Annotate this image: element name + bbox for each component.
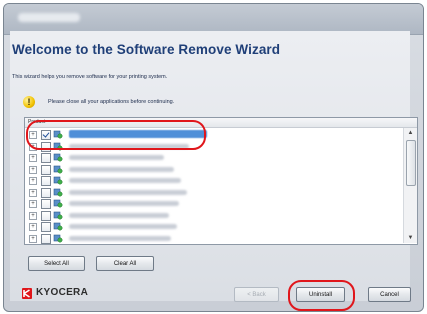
product-row[interactable]: + <box>25 164 403 175</box>
product-name <box>69 143 189 149</box>
product-checkbox[interactable] <box>41 176 51 186</box>
product-checkbox[interactable] <box>41 141 51 152</box>
product-column-header: Product <box>28 119 46 125</box>
product-list-header: Product <box>25 118 417 128</box>
scroll-thumb[interactable] <box>406 140 416 186</box>
warning-text: Please close all your applications befor… <box>48 99 175 105</box>
expand-icon[interactable]: + <box>29 188 37 197</box>
software-package-icon <box>53 222 63 231</box>
product-name <box>69 178 181 183</box>
product-row[interactable]: + <box>25 198 403 209</box>
clear-all-button[interactable]: Clear All <box>96 256 154 271</box>
uninstall-button[interactable]: Uninstall <box>296 287 345 302</box>
product-checkbox[interactable] <box>41 233 51 244</box>
product-checkbox[interactable] <box>41 187 51 198</box>
scroll-up-icon[interactable]: ▲ <box>404 128 417 138</box>
product-checkbox[interactable] <box>41 199 51 209</box>
wizard-title: Welcome to the Software Remove Wizard <box>12 42 281 57</box>
product-row[interactable]: + <box>25 129 403 140</box>
expand-icon[interactable]: + <box>29 200 37 208</box>
product-checkbox[interactable] <box>41 210 51 221</box>
product-list-scrollbar[interactable]: ▲ ▼ <box>403 128 417 243</box>
product-row[interactable]: + <box>25 175 403 186</box>
software-package-icon <box>53 176 63 185</box>
software-package-icon <box>53 199 63 208</box>
product-checkbox[interactable] <box>41 164 51 175</box>
product-checkbox[interactable] <box>41 130 51 140</box>
expand-icon[interactable]: + <box>29 131 37 139</box>
wizard-description: This wizard helps you remove software fo… <box>12 74 168 80</box>
warning-icon: ! <box>23 96 35 108</box>
product-name <box>69 130 207 138</box>
expand-icon[interactable]: + <box>29 223 37 231</box>
software-package-icon <box>53 130 63 139</box>
cancel-button[interactable]: Cancel <box>368 287 411 302</box>
expand-icon[interactable]: + <box>29 154 37 162</box>
expand-icon[interactable]: + <box>29 177 37 185</box>
select-all-button[interactable]: Select All <box>28 256 85 271</box>
software-package-icon <box>53 142 63 150</box>
product-name <box>69 224 177 229</box>
kyocera-mark-icon <box>22 288 32 299</box>
expand-icon[interactable]: + <box>29 165 37 174</box>
software-package-icon <box>53 211 63 219</box>
expand-icon[interactable]: + <box>29 211 37 220</box>
software-package-icon <box>53 165 63 173</box>
expand-icon[interactable]: + <box>29 142 37 151</box>
software-package-icon <box>53 234 63 242</box>
software-package-icon <box>53 188 63 196</box>
product-name <box>69 201 179 206</box>
scroll-down-icon[interactable]: ▼ <box>404 233 417 243</box>
product-row[interactable]: + <box>25 210 403 221</box>
product-row[interactable]: + <box>25 187 403 198</box>
software-package-icon <box>53 153 63 162</box>
product-checkbox[interactable] <box>41 153 51 163</box>
product-row[interactable]: + <box>25 233 403 244</box>
expand-icon[interactable]: + <box>29 234 37 243</box>
product-name <box>69 189 187 195</box>
product-name <box>69 166 174 172</box>
product-checkbox[interactable] <box>41 222 51 232</box>
product-name <box>69 235 171 241</box>
product-name <box>69 155 164 160</box>
product-row[interactable]: + <box>25 141 403 152</box>
brand-name: KYOCERA <box>36 287 89 298</box>
product-row[interactable]: + <box>25 221 403 232</box>
window-title <box>18 13 80 22</box>
product-list[interactable]: Product + + + + + + + + + + ▲ ▼ <box>24 117 418 245</box>
product-name <box>69 212 169 218</box>
product-row[interactable]: + <box>25 152 403 163</box>
back-button[interactable]: < Back <box>234 287 279 302</box>
